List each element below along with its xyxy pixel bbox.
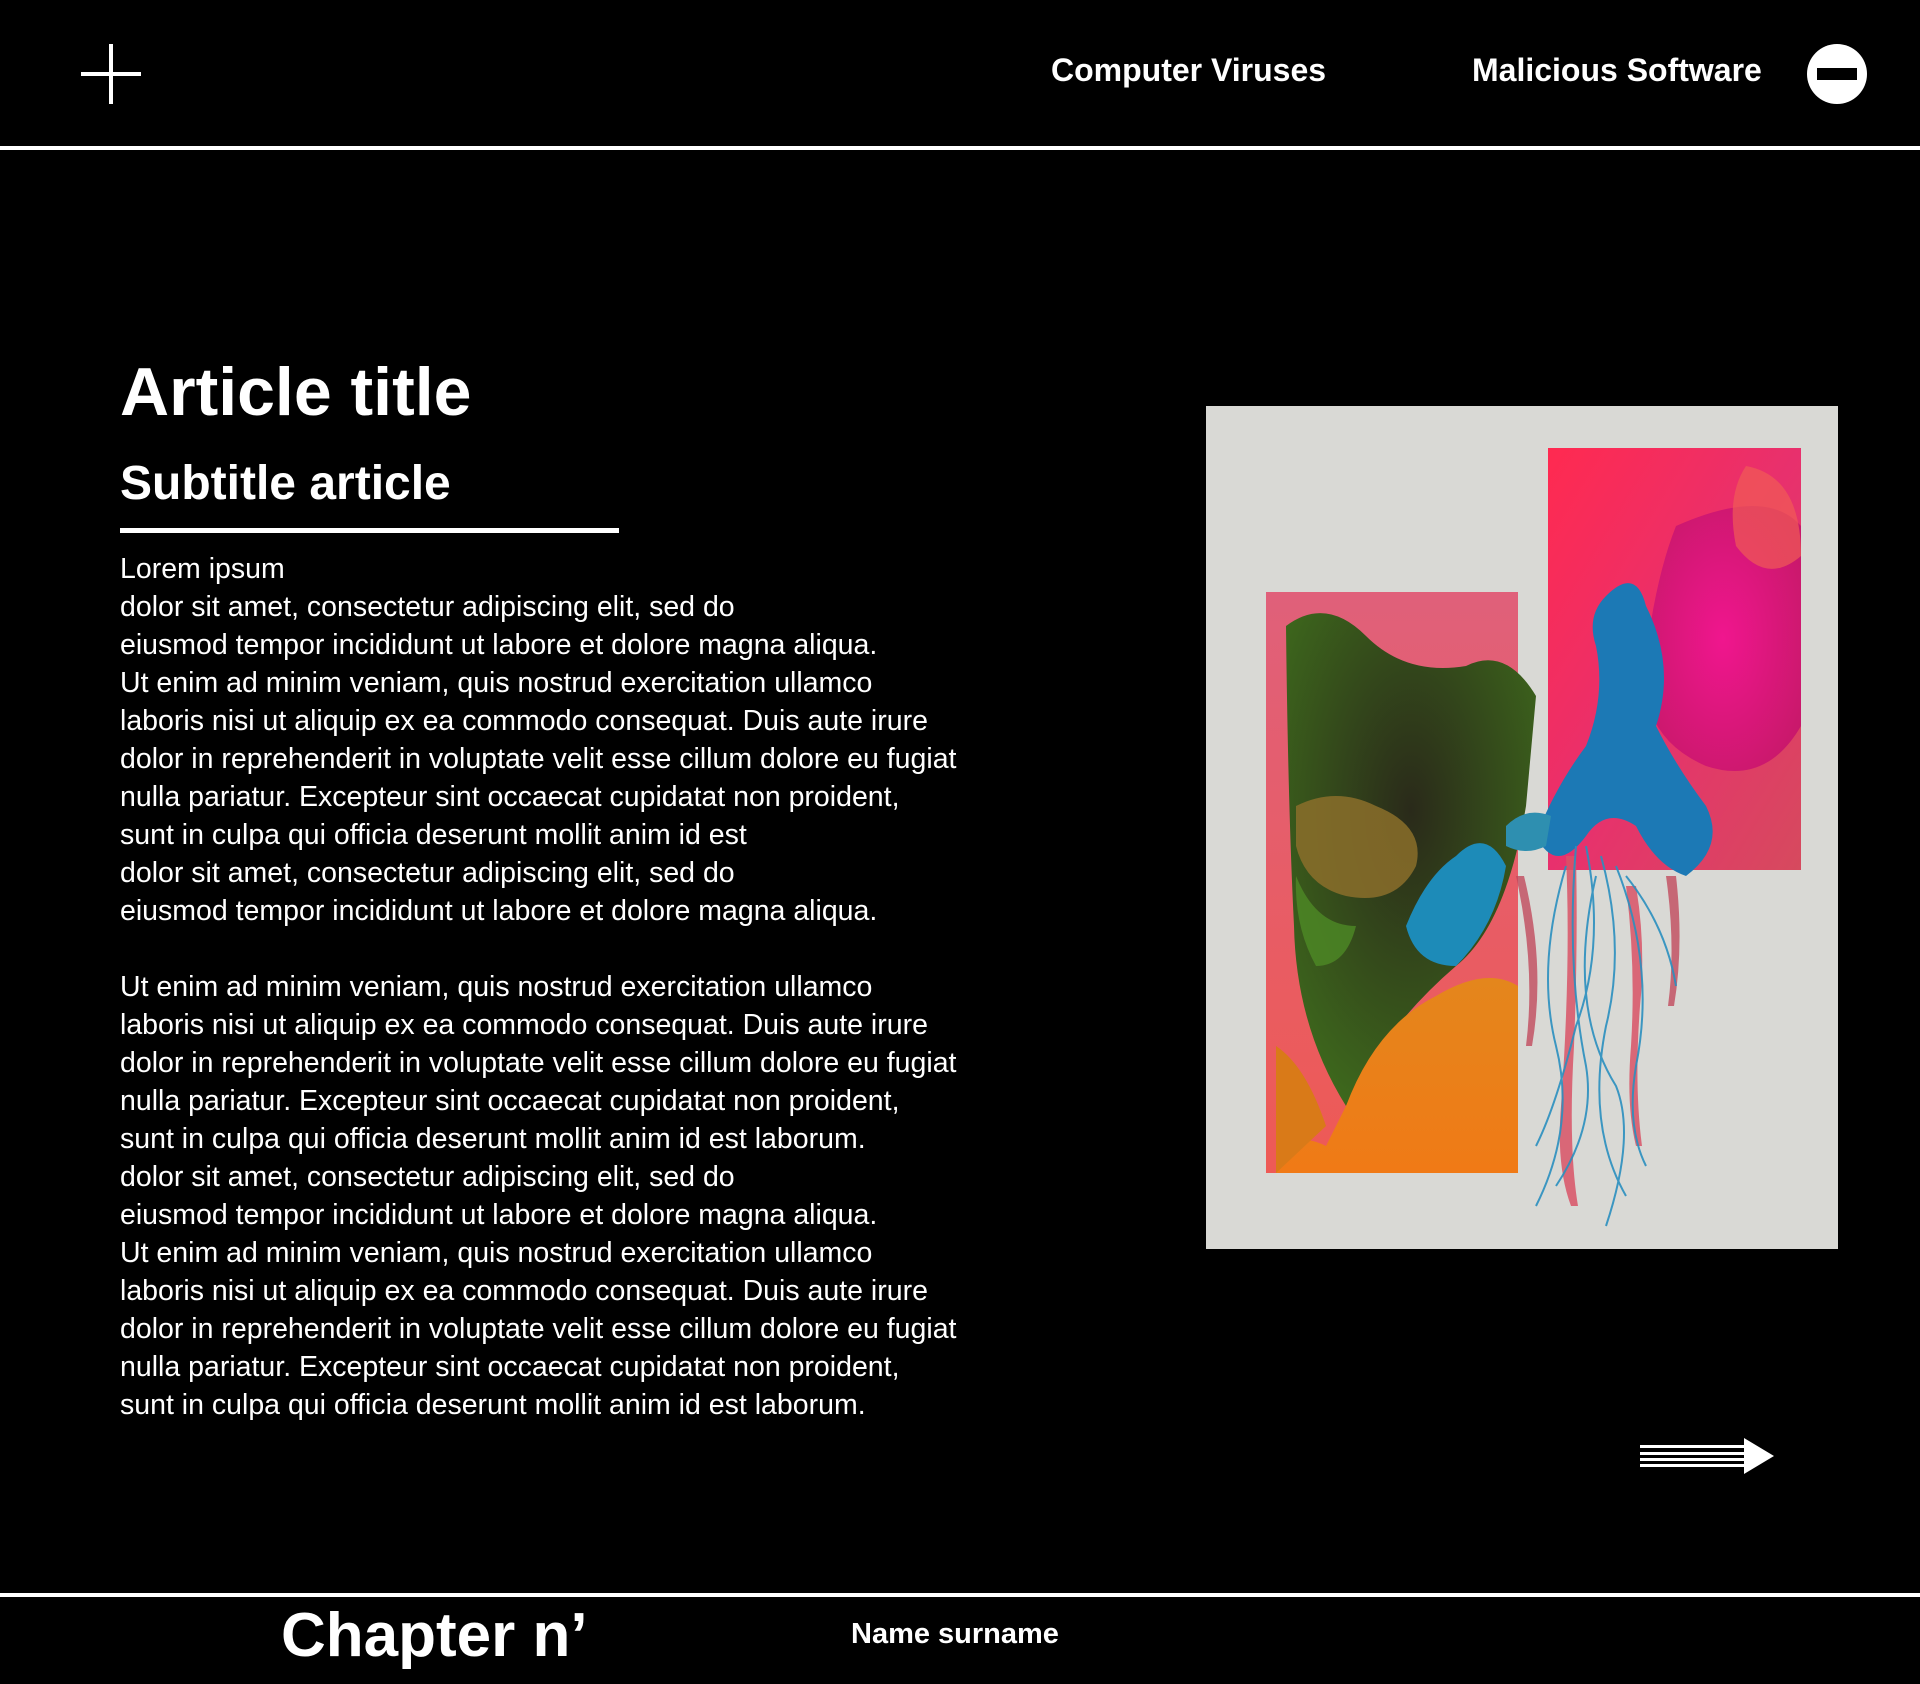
article-paragraph: Lorem ipsum dolor sit amet, consectetur … xyxy=(120,553,957,927)
footer-divider xyxy=(0,1593,1920,1597)
article-subtitle: Subtitle article xyxy=(120,457,451,510)
chapter-label: Chapter n’ xyxy=(281,1601,588,1670)
article-paragraph: Ut enim ad minim veniam, quis nostrud ex… xyxy=(120,971,957,1421)
article-body: Lorem ipsum dolor sit amet, consectetur … xyxy=(120,550,1100,1424)
abstract-artwork xyxy=(1206,406,1838,1249)
header: Computer Viruses Malicious Software xyxy=(0,0,1920,147)
subtitle-underline xyxy=(120,528,619,533)
plus-icon[interactable] xyxy=(81,44,141,104)
nav-link-malicious-software[interactable]: Malicious Software xyxy=(1472,52,1762,89)
arrow-right-icon[interactable] xyxy=(1640,1436,1774,1476)
header-divider xyxy=(0,146,1920,150)
article-title: Article title xyxy=(120,354,472,430)
author-name: Name surname xyxy=(851,1618,1059,1650)
nav-link-computer-viruses[interactable]: Computer Viruses xyxy=(1051,52,1326,89)
minus-circle-icon[interactable] xyxy=(1807,44,1867,104)
